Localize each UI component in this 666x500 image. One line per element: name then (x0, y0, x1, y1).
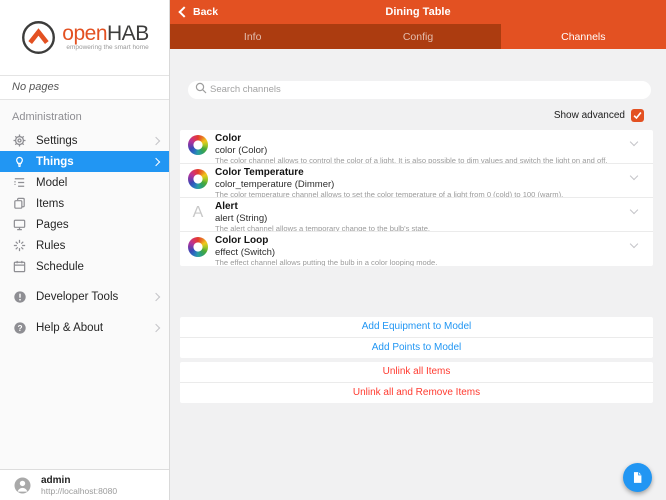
unlink-all-and-remove-items-button[interactable]: Unlink all and Remove Items (180, 383, 653, 403)
search-icon (195, 82, 207, 94)
channel-description: The alert channel allows a temporary cha… (215, 224, 431, 231)
avatar (14, 477, 31, 494)
document-icon (631, 471, 644, 484)
channel-id-type: alert (String) (215, 213, 268, 224)
openhab-logo-icon (22, 21, 56, 54)
channel-description: The color channel allows to control the … (215, 156, 608, 163)
sidebar-item-label: Help & About (36, 321, 104, 334)
tab-bar: Info Config Channels (170, 24, 666, 49)
sidebar: openHAB empowering the smart home No pag… (0, 0, 170, 500)
sidebar-item-schedule[interactable]: Schedule (0, 256, 169, 277)
page-title: Dining Table (385, 6, 451, 18)
chevron-right-icon (151, 136, 161, 145)
lightbulb-icon (12, 154, 27, 169)
add-points-to-model-button[interactable]: Add Points to Model (180, 338, 653, 358)
channel-title: Color Temperature (215, 167, 304, 178)
openhab-logo: openHAB empowering the smart home (0, 0, 169, 75)
tab-channels[interactable]: Channels (500, 24, 666, 49)
spark-rules-icon (12, 238, 27, 253)
model-actions-card: Add Equipment to Model Add Points to Mod… (180, 317, 653, 358)
show-advanced-label: Show advanced (553, 110, 625, 121)
sidebar-item-label: Model (36, 176, 68, 189)
brand-open-text: open (62, 22, 108, 46)
search-channels-input[interactable] (188, 80, 651, 99)
show-advanced-row: Show advanced (170, 109, 644, 122)
sidebar-item-label: Developer Tools (36, 290, 119, 303)
unlink-actions-card: Unlink all Items Unlink all and Remove I… (180, 362, 653, 403)
sidebar-item-help-about[interactable]: ? Help & About (0, 317, 169, 338)
channel-description: The effect channel allows putting the bu… (215, 258, 438, 266)
sidebar-item-label: Settings (36, 134, 78, 147)
no-pages-label: No pages (0, 75, 169, 100)
channel-id-type: color_temperature (Dimmer) (215, 179, 335, 190)
sidebar-item-settings[interactable]: Settings (0, 130, 169, 151)
channel-row-color[interactable]: Color color (Color) The color channel al… (180, 130, 653, 164)
color-wheel-icon (188, 135, 208, 155)
channel-row-color-temperature[interactable]: Color Temperature color_temperature (Dim… (180, 164, 653, 198)
back-label: Back (193, 6, 219, 18)
sidebar-item-developer-tools[interactable]: Developer Tools (0, 286, 169, 307)
sidebar-item-label: Things (36, 155, 74, 168)
channel-row-color-loop[interactable]: Color Loop effect (Switch) The effect ch… (180, 232, 653, 266)
sidebar-item-rules[interactable]: Rules (0, 235, 169, 256)
back-button[interactable]: Back (170, 6, 218, 18)
calendar-icon (12, 259, 27, 274)
channel-description: The color temperature channel allows to … (215, 190, 564, 197)
sidebar-item-pages[interactable]: Pages (0, 214, 169, 235)
chevron-left-icon (178, 6, 190, 18)
user-name: admin (41, 474, 71, 486)
add-equipment-to-model-button[interactable]: Add Equipment to Model (180, 317, 653, 338)
channels-list: Color color (Color) The color channel al… (180, 130, 653, 266)
search-bar (188, 79, 651, 99)
developer-tools-icon (12, 289, 27, 304)
brand-hab-text: HAB (107, 22, 149, 46)
unlink-all-items-button[interactable]: Unlink all Items (180, 362, 653, 383)
chevron-down-icon[interactable] (629, 171, 639, 181)
svg-text:?: ? (17, 322, 22, 332)
chevron-right-icon (151, 323, 161, 332)
model-tree-icon (12, 175, 27, 190)
brand-wordmark: openHAB empowering the smart home (62, 22, 149, 52)
administration-section-label: Administration (12, 111, 82, 123)
gear-icon (12, 133, 27, 148)
top-navbar: Back Dining Table (170, 0, 666, 24)
show-advanced-checkbox[interactable] (631, 109, 644, 122)
sidebar-item-label: Rules (36, 239, 66, 252)
channel-row-alert[interactable]: A Alert alert (String) The alert channel… (180, 198, 653, 232)
letter-a-icon: A (192, 204, 204, 221)
channel-id-type: color (Color) (215, 145, 268, 156)
chevron-right-icon (151, 292, 161, 301)
sidebar-item-label: Pages (36, 218, 69, 231)
channel-title: Color Loop (215, 235, 269, 246)
main-panel: Back Dining Table Info Config Channels S… (170, 0, 666, 500)
server-url: http://localhost:8080 (41, 485, 118, 496)
color-wheel-icon (188, 237, 208, 257)
channel-title: Color (215, 133, 242, 144)
color-wheel-icon (188, 169, 208, 189)
brand-tagline: empowering the smart home (66, 44, 149, 52)
code-view-fab[interactable] (623, 463, 652, 492)
channel-id-type: effect (Switch) (215, 247, 276, 258)
chevron-down-icon[interactable] (629, 205, 639, 215)
copy-items-icon (12, 196, 27, 211)
help-question-icon: ? (12, 320, 27, 335)
sidebar-item-things[interactable]: Things (0, 151, 169, 172)
chevron-down-icon[interactable] (629, 239, 639, 249)
channel-title: Alert (215, 201, 238, 212)
sidebar-item-items[interactable]: Items (0, 193, 169, 214)
monitor-icon (12, 217, 27, 232)
sidebar-item-label: Items (36, 197, 65, 210)
openhab-admin-app: openHAB empowering the smart home No pag… (0, 0, 666, 500)
chevron-down-icon[interactable] (629, 137, 639, 147)
sidebar-item-model[interactable]: Model (0, 172, 169, 193)
sidebar-item-label: Schedule (36, 260, 84, 273)
tab-config[interactable]: Config (335, 24, 500, 49)
user-account-bar[interactable]: admin http://localhost:8080 (0, 469, 169, 500)
tab-info[interactable]: Info (170, 24, 335, 49)
chevron-right-icon (151, 157, 161, 166)
